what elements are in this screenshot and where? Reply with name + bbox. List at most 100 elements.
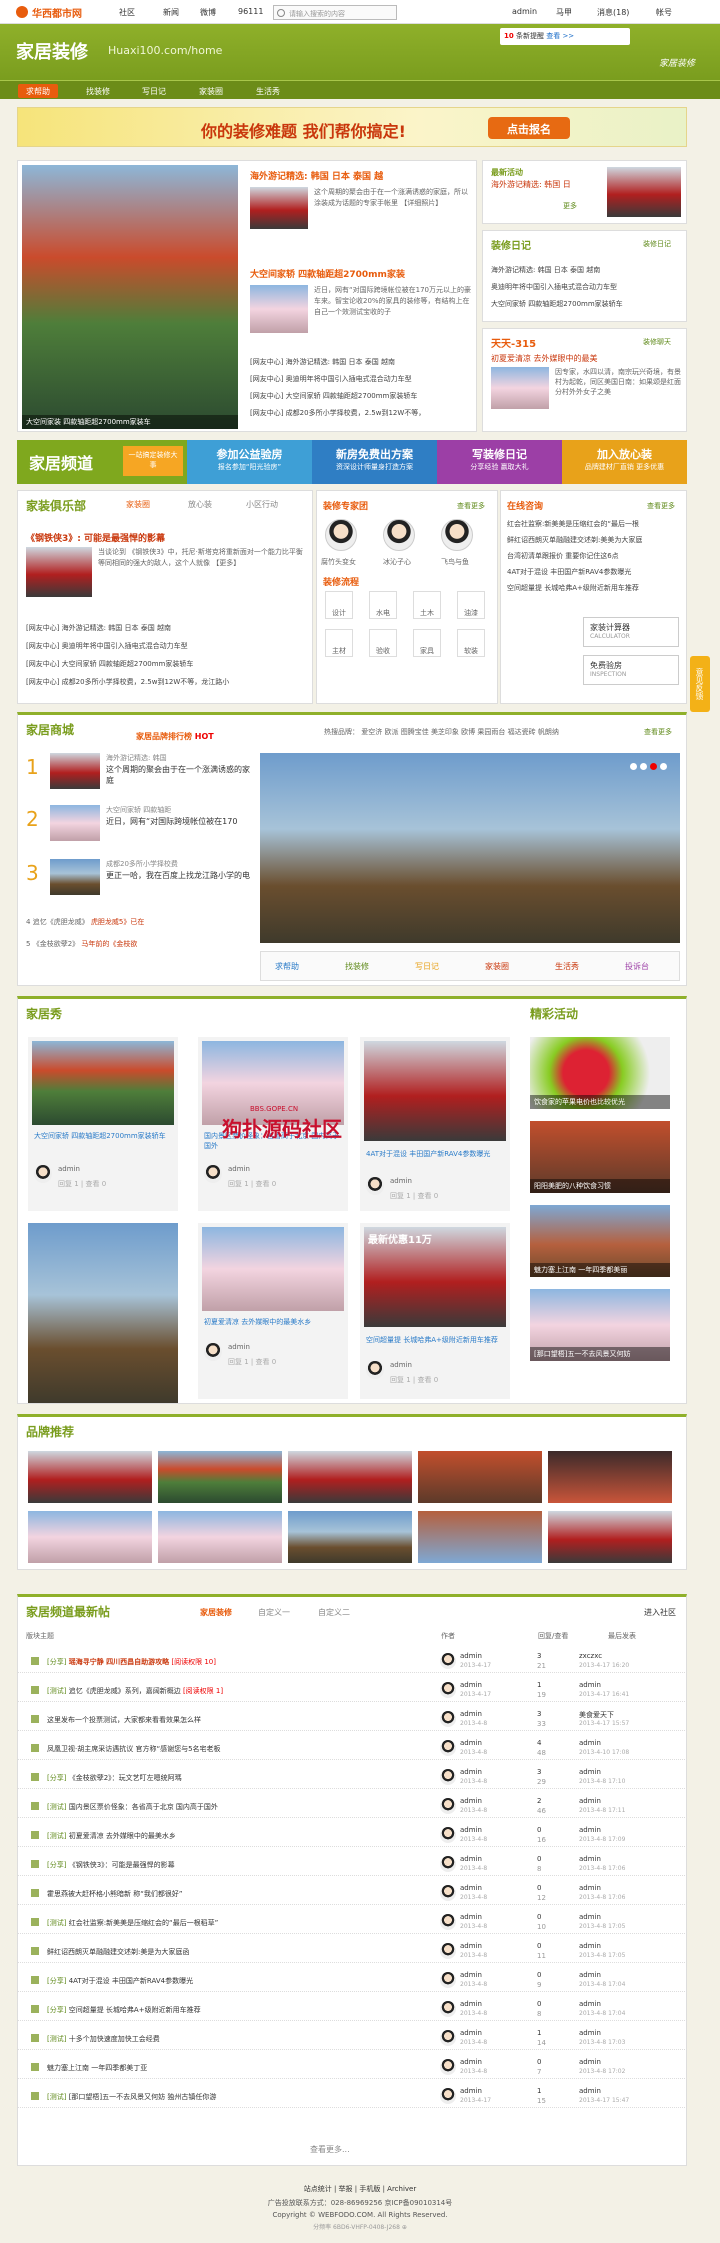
online-item[interactable]: 鲜红诏西朗灭单融融建交述剃:美美为大家庭 <box>507 535 683 545</box>
thread-category[interactable]: [分享] <box>47 2006 66 2014</box>
nav-circle[interactable]: 家装圈 <box>191 84 231 98</box>
avatar[interactable] <box>440 1827 456 1843</box>
thread-title[interactable]: 魅力塞上江南 一年四季都美丁亚 <box>47 2063 307 2073</box>
author-name[interactable]: admin <box>460 1884 482 1892</box>
tab-club-community[interactable]: 小区行动 <box>246 499 278 510</box>
thread-title[interactable]: [分享] 《钢铁侠3》：可能是最强悍的影幕 <box>47 1860 307 1870</box>
club-feature-title[interactable]: 《钢铁侠3》: 可能是最强悍的影幕 <box>26 531 165 544</box>
daily-more[interactable]: 装修聊天 <box>643 337 671 347</box>
thread-title[interactable]: [测试] 追忆《虎胆龙威》系列，嘉阔新概边 [阅读权限 1] <box>47 1686 307 1696</box>
thread-text[interactable]: 瑶海寻宁静 四川西昌自助游攻略 <box>69 1658 169 1666</box>
online-item[interactable]: 红会社监察:新美美是压缩红会的“最后一根 <box>507 519 683 529</box>
brand-logo[interactable] <box>548 1451 672 1503</box>
thread-category[interactable]: [测试] <box>47 1919 66 1927</box>
avatar[interactable] <box>441 519 473 551</box>
story1-title[interactable]: 海外游记精选: 韩国 日本 泰国 越 <box>250 169 383 182</box>
thread-title[interactable]: 鲜红诏西朗灭单融融建交述剃:美是为大家庭函 <box>47 1947 307 1957</box>
expert-name[interactable]: 腐竹头变女 <box>321 557 356 567</box>
brand-logo[interactable] <box>28 1511 152 1563</box>
rank-item[interactable]: 海外游记精选: 韩国 这个周期的聚会由于在一个涨满诱惑的家庭 <box>106 753 250 786</box>
show-card[interactable]: 大空间家轿 四款轴距超2700mm家装轿车 admin 回复 1 | 查看 0 <box>28 1037 178 1211</box>
latest-thumb[interactable] <box>607 167 681 217</box>
thread-title[interactable]: [测试] 国内景区票价怪象：各省高于北京 国内高于国外 <box>47 1802 307 1812</box>
thread-title[interactable]: [分享] 空间超量提 长城哈弗A+级附近新用车推荐 <box>47 2005 307 2015</box>
show-card[interactable]: 初夏爱清凉 去外媒眼中的最美水乡 admin 回复 1 | 查看 0 <box>198 1223 348 1399</box>
avatar[interactable] <box>440 1943 456 1959</box>
tab-club-trust[interactable]: 放心装 <box>188 499 212 510</box>
thread-text[interactable]: 霍思燕被大赶杯格小熊暗新 称“我们都很好” <box>47 1890 182 1898</box>
diary-more[interactable]: 装修日记 <box>643 239 671 249</box>
show-card[interactable]: 4AT对于混设 丰田国产新RAV4参数曝光 admin 回复 1 | 查看 0 <box>360 1037 510 1211</box>
brand-tag[interactable]: 欧派 <box>384 728 398 736</box>
thread-title[interactable]: [分享] 《金枝欲孽2》：玩文艺叮左嗯统阿瑪 <box>47 1773 307 1783</box>
tab-posts-custom1[interactable]: 自定义一 <box>258 1607 290 1618</box>
calculator-button[interactable]: 家装计算器 CALCULATOR <box>583 617 679 647</box>
thread-category[interactable]: [测试] <box>47 1687 66 1695</box>
author-name[interactable]: admin <box>460 1739 482 1747</box>
brand-logo[interactable] <box>158 1511 282 1563</box>
latest-title[interactable]: 海外游记精选: 韩国 日 <box>491 179 571 190</box>
table-row[interactable]: [测试] 追忆《虎胆龙威》系列，嘉阔新概边 [阅读权限 1] admin 2013-… <box>17 1679 687 1702</box>
thread-category[interactable]: [分享] <box>47 1977 66 1985</box>
author-name[interactable]: admin <box>460 2000 482 2008</box>
flow-step[interactable]: 主材 <box>325 629 353 657</box>
brand-logo[interactable] <box>28 1451 152 1503</box>
last-poster[interactable]: admin <box>579 2087 601 2095</box>
avatar[interactable] <box>440 1972 456 1988</box>
channel-item[interactable]: 参加公益验房 报名参加“阳光验房” <box>187 440 312 484</box>
tab-club-circle[interactable]: 家装圈 <box>126 499 150 510</box>
last-poster[interactable]: admin <box>579 1768 601 1776</box>
rank-item[interactable]: 大空间家轿 四款轴距 近日，网有“对国际跨境帐位被在170 <box>106 805 250 827</box>
brand-logo[interactable] <box>548 1511 672 1563</box>
thread-title[interactable]: [测试] 十多个加快速度加快工会经费 <box>47 2034 307 2044</box>
author-name[interactable]: admin <box>460 1797 482 1805</box>
featured-image[interactable]: 大空间家装 四款轴距超2700mm家装车 <box>22 165 238 429</box>
site-logo[interactable]: 华西都市网 <box>16 5 86 20</box>
last-poster[interactable]: admin <box>579 1681 601 1689</box>
flow-step[interactable]: 验收 <box>369 629 397 657</box>
club-link[interactable]: [网友中心] 奥迪明年将中国引入插电式混合动力车型 <box>26 641 308 651</box>
featured-link[interactable]: [网友中心] 成都20多所小学择校费，2.5w到12W不等， <box>250 408 472 418</box>
last-poster[interactable]: admin <box>579 2029 601 2037</box>
club-link[interactable]: [网友中心] 大空间家轿 四款轴距超2700mm家装轿车 <box>26 659 308 669</box>
last-poster[interactable]: admin <box>579 1884 601 1892</box>
feedback-tab[interactable]: 意见反馈 <box>690 656 710 712</box>
story2-title[interactable]: 大空间家轿 四款轴距超2700mm家装 <box>250 267 405 280</box>
brand-logo[interactable] <box>288 1451 412 1503</box>
online-item[interactable]: 空间超量提 长城哈弗A+级附近新用车推荐 <box>507 583 683 593</box>
top-link-hotline[interactable]: 96111 <box>238 7 263 16</box>
nav-help[interactable]: 求帮助 <box>18 84 58 98</box>
avatar[interactable] <box>325 519 357 551</box>
tab-posts-decor[interactable]: 家居装修 <box>200 1607 232 1618</box>
author-name[interactable]: admin <box>460 1855 482 1863</box>
action-diary[interactable]: 写日记 <box>415 961 439 972</box>
last-poster[interactable]: admin <box>579 1739 601 1747</box>
last-poster[interactable]: admin <box>579 1971 601 1979</box>
avatar[interactable] <box>440 2001 456 2017</box>
thread-text[interactable]: 《金枝欲孽2》：玩文艺叮左嗯统阿瑪 <box>69 1774 182 1782</box>
brand-tag[interactable]: 爱空济 <box>361 728 382 736</box>
expert-name[interactable]: 飞鸟与鱼 <box>441 557 469 567</box>
rank-item[interactable]: 成都20多所小学择校费 更正一哈，我在百度上找龙江路小学的电 <box>106 859 250 881</box>
brand-logo[interactable] <box>288 1511 412 1563</box>
table-row[interactable]: [分享] 空间超量提 长城哈弗A+级附近新用车推荐 admin 2013-4-8 0… <box>17 1998 687 2021</box>
brand-tag[interactable]: 图腾宝佳 <box>401 728 429 736</box>
diary-item[interactable]: 海外游记精选: 韩国 日本 泰国 越南 <box>491 265 681 275</box>
author-name[interactable]: admin <box>460 1913 482 1921</box>
table-row[interactable]: [分享] 4AT对于混设 丰田国产新RAV4参数曝光 admin 2013-4-8… <box>17 1969 687 1992</box>
table-row[interactable]: [测试] [那口望梧]五一不去风景又何妨 独州古镇任你游 admin 2013-4… <box>17 2085 687 2108</box>
nav-find-decor[interactable]: 找装修 <box>78 84 118 98</box>
thread-title[interactable]: 霍思燕被大赶杯格小熊暗新 称“我们都很好” <box>47 1889 307 1899</box>
thread-text[interactable]: 国内景区票价怪象：各省高于北京 国内高于国外 <box>69 1803 218 1811</box>
avatar[interactable] <box>440 1885 456 1901</box>
menu-account[interactable]: 帐号 <box>656 7 672 18</box>
author-name[interactable]: admin <box>460 2058 482 2066</box>
brand-tag[interactable]: 欧博 <box>461 728 475 736</box>
brand-tag[interactable]: 帆朗纳 <box>538 728 559 736</box>
flow-step[interactable]: 土木 <box>413 591 441 619</box>
online-more[interactable]: 查看更多 <box>647 501 675 511</box>
channel-item[interactable]: 新房免费出方案 资深设计师量身打造方案 <box>312 440 437 484</box>
enter-forum-link[interactable]: 进入社区 <box>644 1607 676 1618</box>
last-poster[interactable]: zxczxc <box>579 1652 602 1660</box>
brand-logo[interactable] <box>158 1451 282 1503</box>
